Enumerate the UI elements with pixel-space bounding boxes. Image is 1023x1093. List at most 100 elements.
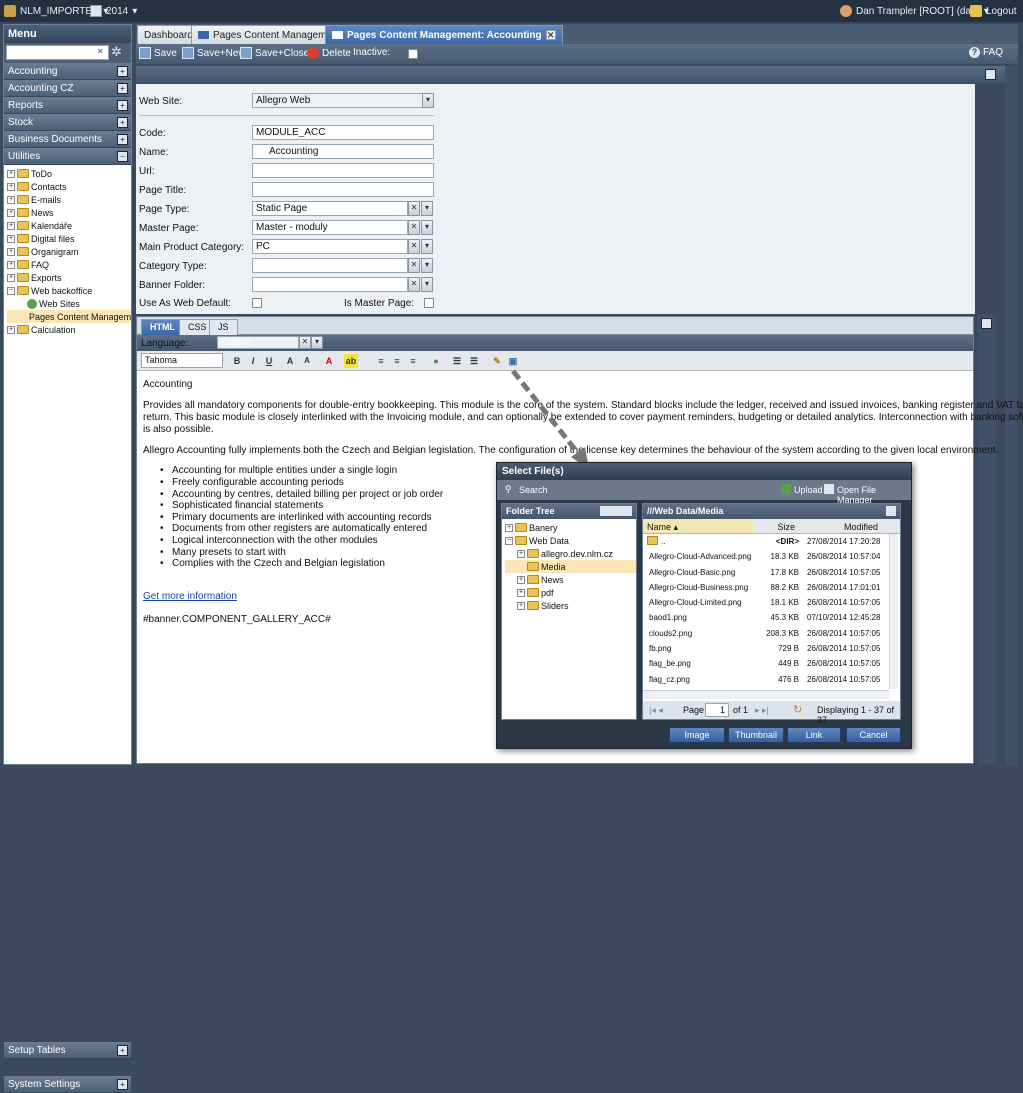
search-icon[interactable]: ⚲ (505, 484, 512, 495)
expand-icon[interactable]: + (7, 221, 15, 230)
table-row[interactable]: fb.png 729 B 26/08/2014 10:57:05 (643, 641, 889, 656)
expand-icon[interactable]: + (7, 260, 15, 269)
tree-item-digital-files[interactable]: + Digital files (7, 232, 131, 245)
tree-item-todo[interactable]: + ToDo (7, 167, 131, 180)
expand-icon[interactable]: + (7, 169, 15, 178)
first-page-icon[interactable]: |◂ ◂ (649, 705, 663, 716)
tree-item-web-backoffice[interactable]: − Web backoffice (7, 284, 131, 297)
table-row[interactable]: Allegro-Cloud-Business.png 88.2 KB 26/08/2… (643, 580, 889, 595)
url-field[interactable] (252, 163, 434, 178)
expand-icon[interactable]: + (505, 523, 513, 532)
image-button[interactable]: Image (669, 727, 725, 743)
chevron-down-icon[interactable]: ▾ (421, 201, 433, 216)
vertical-scrollbar[interactable] (889, 534, 898, 689)
save-close-button[interactable]: Save+Close (240, 47, 309, 59)
tree-item-news[interactable]: + News (7, 206, 131, 219)
underline-icon[interactable]: U (262, 354, 276, 368)
expand-icon[interactable]: + (7, 208, 15, 217)
folder-item[interactable]: + allegro.dev.nlm.cz (505, 547, 636, 560)
master-page-select[interactable]: Master - moduly (252, 220, 408, 235)
column-name[interactable]: Name ▴ (643, 519, 754, 534)
table-row[interactable]: baod1.png 45.3 KB 07/10/2014 12:45:28 (643, 610, 889, 625)
main-category-select[interactable]: PC (252, 239, 408, 254)
column-size[interactable]: Size (754, 519, 799, 534)
expand-icon[interactable]: + (517, 575, 525, 584)
user-menu[interactable]: Dan Trampler [ROOT] (dan) ▾ (840, 5, 989, 17)
tree-item-emails[interactable]: + E-mails (7, 193, 131, 206)
save-new-button[interactable]: Save+New (182, 47, 246, 59)
tree-item-faq[interactable]: + FAQ (7, 258, 131, 271)
expand-icon[interactable]: + (7, 195, 15, 204)
menu-section-system-settings[interactable]: System Settings + (4, 1076, 131, 1093)
link-button[interactable]: Link (787, 727, 841, 743)
clear-icon[interactable]: ✕ (97, 47, 104, 56)
font-size-increase-icon[interactable]: A (283, 354, 297, 368)
align-center-icon[interactable]: ≡ (390, 354, 404, 368)
expand-icon[interactable]: + (7, 273, 15, 282)
ordered-list-icon[interactable]: ☰ (450, 354, 464, 368)
more-info-link[interactable]: Get more information (143, 591, 237, 602)
collapse-icon[interactable]: − (505, 536, 513, 545)
thumbnail-button[interactable]: Thumbnail (728, 727, 784, 743)
web-site-select[interactable]: Allegro Web (252, 93, 434, 108)
italic-icon[interactable]: I (246, 354, 260, 368)
tree-tools-icon[interactable] (600, 506, 632, 516)
edit-source-icon[interactable]: ✎ (490, 354, 504, 368)
language-select[interactable]: English (217, 336, 299, 349)
gear-icon[interactable]: ✲ (111, 44, 122, 60)
refresh-icon[interactable]: ↻ (793, 703, 802, 716)
expand-icon[interactable]: + (517, 601, 525, 610)
text-color-icon[interactable]: A (322, 354, 336, 368)
clear-icon[interactable]: ✕ (408, 220, 420, 235)
collapse-icon[interactable] (985, 69, 996, 80)
chevron-down-icon[interactable]: ▾ (311, 336, 323, 349)
clear-icon[interactable]: ✕ (299, 336, 311, 349)
category-type-select[interactable] (252, 258, 408, 273)
clear-icon[interactable]: ✕ (408, 277, 420, 292)
menu-section-stock[interactable]: Stock + (4, 114, 131, 131)
tree-item-exports[interactable]: + Exports (7, 271, 131, 284)
name-field[interactable]: Accounting (252, 144, 434, 159)
expand-icon[interactable]: + (7, 182, 15, 191)
table-row[interactable]: Allegro-Cloud-Limited.png 18.1 KB 26/08/20… (643, 595, 889, 610)
clear-icon[interactable]: ✕ (408, 239, 420, 254)
tree-item-calculation[interactable]: + Calculation (7, 323, 131, 336)
tree-item-organigram[interactable]: + Organigram (7, 245, 131, 258)
clear-icon[interactable]: ✕ (408, 258, 420, 273)
next-page-icon[interactable]: ▸ ▸| (755, 705, 769, 716)
table-row[interactable]: Allegro-Cloud-Advanced.png 18.3 KB 26/08/2… (643, 549, 889, 564)
folder-item[interactable]: Media (505, 560, 636, 573)
close-icon[interactable]: ✕ (545, 30, 556, 40)
tree-item-contacts[interactable]: + Contacts (7, 180, 131, 193)
table-row[interactable]: flag_cz.png 476 B 26/08/2014 10:57:05 (643, 672, 889, 687)
upload-button[interactable]: Upload (794, 485, 823, 495)
chevron-down-icon[interactable]: ▾ (421, 277, 433, 292)
page-title-field[interactable] (252, 182, 434, 197)
cancel-button[interactable]: Cancel (846, 727, 901, 743)
highlight-icon[interactable]: ab (344, 354, 358, 368)
expand-icon[interactable]: + (7, 325, 15, 334)
folder-item[interactable]: − Web Data (505, 534, 636, 547)
code-field[interactable]: MODULE_ACC (252, 125, 434, 140)
folder-item[interactable]: + Banery (505, 521, 636, 534)
tab-pages-content-accounting[interactable]: Pages Content Management: Accounting ✕ (325, 25, 563, 44)
column-modified[interactable]: Modified (799, 519, 900, 534)
expand-icon[interactable]: + (7, 247, 15, 256)
align-right-icon[interactable]: ≡ (406, 354, 420, 368)
collapse-icon[interactable] (886, 506, 896, 516)
folder-item[interactable]: + News (505, 573, 636, 586)
chevron-down-icon[interactable]: ▾ (421, 220, 433, 235)
font-select[interactable]: Tahoma (141, 353, 223, 368)
open-file-manager-button[interactable]: Open File Manager (837, 485, 911, 505)
table-row[interactable]: Allegro-Cloud-Basic.png 17.8 KB 26/08/2014… (643, 565, 889, 580)
tab-html[interactable]: HTML (141, 319, 184, 335)
collapse-icon[interactable]: − (7, 286, 15, 295)
delete-button[interactable]: Delete (307, 47, 351, 59)
logout-button[interactable]: Logout (970, 5, 1017, 17)
collapse-icon[interactable] (981, 318, 992, 329)
align-left-icon[interactable]: ≡ (374, 354, 388, 368)
page-type-select[interactable]: Static Page (252, 201, 408, 216)
is-master-checkbox[interactable] (424, 298, 434, 308)
table-row[interactable]: clouds2.png 208.3 KB 26/08/2014 10:57:05 (643, 626, 889, 641)
font-size-decrease-icon[interactable]: A (300, 354, 314, 368)
